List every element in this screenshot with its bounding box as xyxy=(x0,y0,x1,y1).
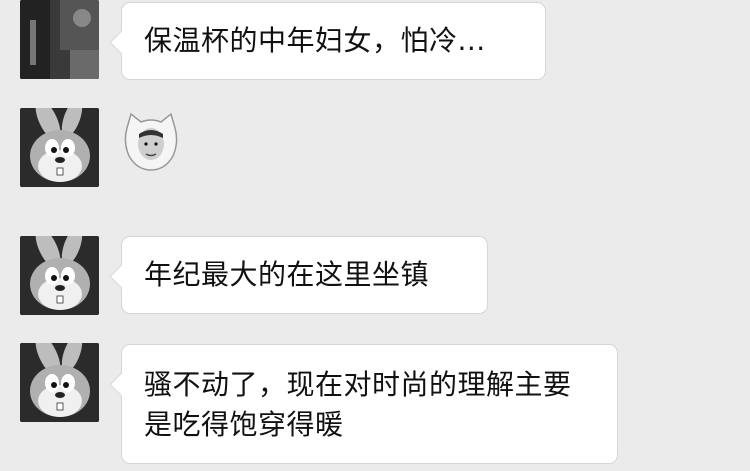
message-bubble[interactable]: 骚不动了，现在对时尚的理解主要是吃得饱穿得暖 xyxy=(121,344,618,464)
bugs-bunny-avatar[interactable] xyxy=(20,236,99,315)
chat-thread: 保温杯的中年妇女，怕冷... 年纪最大的在这里坐镇 骚不动了，现在对时尚的理解主… xyxy=(0,0,750,471)
cat-face-emoji-sticker[interactable] xyxy=(121,112,181,172)
message-bubble[interactable]: 年纪最大的在这里坐镇 xyxy=(121,236,488,314)
message-bubble[interactable]: 保温杯的中年妇女，怕冷... xyxy=(121,2,546,80)
bugs-bunny-avatar[interactable] xyxy=(20,343,99,422)
bugs-bunny-avatar[interactable] xyxy=(20,108,99,187)
message-text: 年纪最大的在这里坐镇 xyxy=(144,258,430,291)
message-text: 保温杯的中年妇女，怕冷... xyxy=(144,24,486,57)
message-text: 骚不动了，现在对时尚的理解主要是吃得饱穿得暖 xyxy=(144,368,572,441)
street-photo-avatar[interactable] xyxy=(20,0,99,79)
